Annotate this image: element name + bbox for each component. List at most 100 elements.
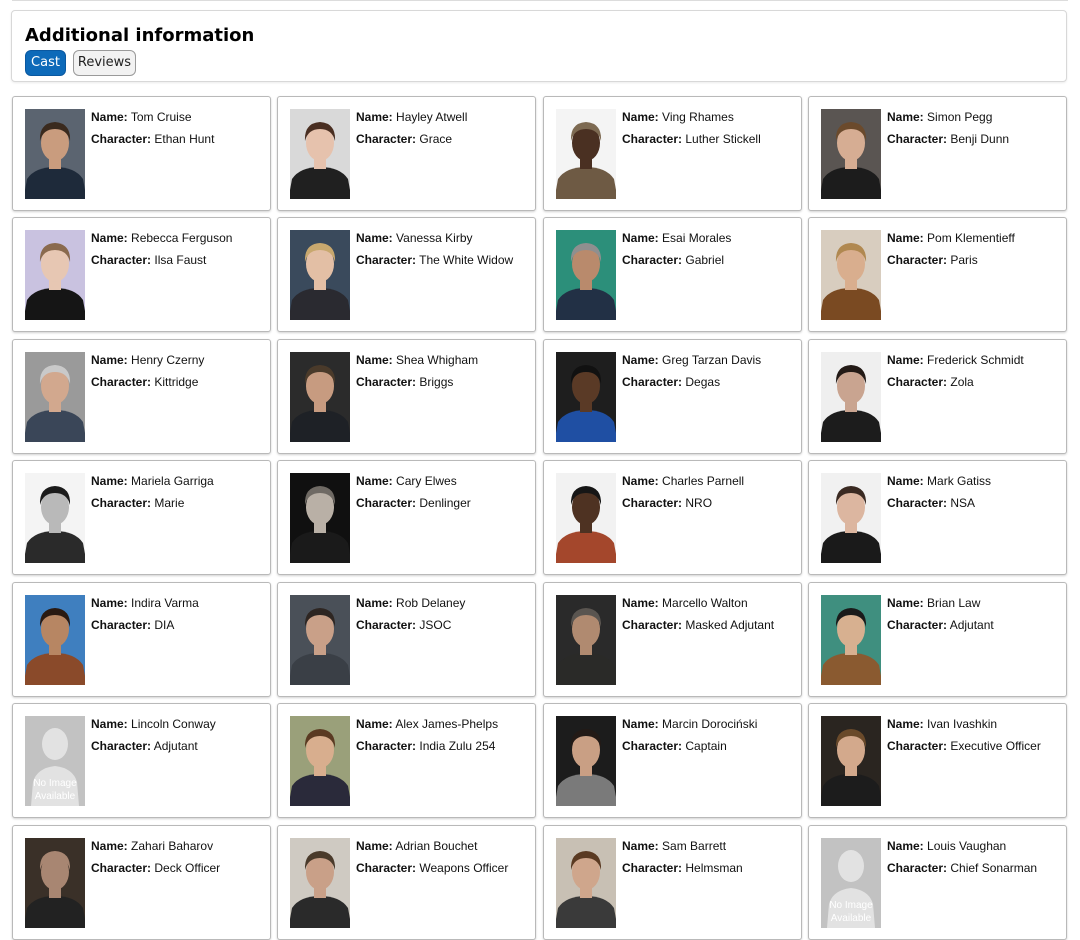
cast-character: Benji Dunn <box>950 132 1010 146</box>
cast-card[interactable]: Name: Rob Delaney Character: JSOC <box>277 582 536 697</box>
cast-character: Degas <box>685 375 721 389</box>
cast-character: Kittridge <box>154 375 199 389</box>
cast-name-line: Name: Pom Klementieff <box>887 231 1015 246</box>
cast-card[interactable]: Name: Cary Elwes Character: Denlinger <box>277 460 536 575</box>
cast-character-line: Character: Grace <box>356 132 452 147</box>
cast-grid: Name: Tom Cruise Character: Ethan Hunt Nam… <box>0 0 1080 940</box>
cast-card[interactable]: Name: Mariela Garriga Character: Marie <box>12 460 271 575</box>
cast-character: Adjutant <box>153 739 198 753</box>
character-label: Character: <box>887 739 948 753</box>
cast-photo <box>556 716 616 806</box>
cast-card[interactable]: Name: Charles Parnell Character: NRO <box>543 460 802 575</box>
cast-card[interactable]: Name: Pom Klementieff Character: Paris <box>808 217 1067 332</box>
cast-name-line: Name: Ivan Ivashkin <box>887 717 997 732</box>
name-label: Name: <box>91 110 128 124</box>
character-label: Character: <box>91 739 152 753</box>
cast-card[interactable]: Name: Vanessa Kirby Character: The White … <box>277 217 536 332</box>
cast-card[interactable]: Name: Brian Law Character: Adjutant <box>808 582 1067 697</box>
cast-character: Captain <box>685 739 727 753</box>
name-label: Name: <box>356 717 393 731</box>
character-label: Character: <box>622 375 683 389</box>
cast-photo <box>821 230 881 320</box>
cast-card[interactable]: Name: Frederick Schmidt Character: Zola <box>808 339 1067 454</box>
name-label: Name: <box>887 839 924 853</box>
cast-character-line: Character: Captain <box>622 739 727 754</box>
name-label: Name: <box>887 231 924 245</box>
character-label: Character: <box>622 496 683 510</box>
cast-name-line: Name: Henry Czerny <box>91 353 204 368</box>
character-label: Character: <box>887 132 948 146</box>
character-label: Character: <box>887 253 948 267</box>
cast-character: Chief Sonarman <box>950 861 1038 875</box>
cast-card[interactable]: Name: Marcello Walton Character: Masked A… <box>543 582 802 697</box>
character-label: Character: <box>887 496 948 510</box>
cast-name-line: Name: Lincoln Conway <box>91 717 216 732</box>
cast-card[interactable]: Name: Zahari Baharov Character: Deck Offi… <box>12 825 271 940</box>
cast-character: Marie <box>154 496 185 510</box>
cast-photo <box>290 716 350 806</box>
cast-card[interactable]: No Image Available Name: Lincoln Conway Cha… <box>12 703 271 818</box>
cast-character: Ethan Hunt <box>154 132 215 146</box>
name-label: Name: <box>887 474 924 488</box>
cast-name: Louis Vaughan <box>927 839 1007 853</box>
cast-photo <box>290 838 350 928</box>
cast-card[interactable]: Name: Shea Whigham Character: Briggs <box>277 339 536 454</box>
cast-name: Mark Gatiss <box>927 474 992 488</box>
cast-card[interactable]: No Image Available Name: Louis Vaughan Char… <box>808 825 1067 940</box>
cast-character-line: Character: India Zulu 254 <box>356 739 495 754</box>
cast-card[interactable]: Name: Ivan Ivashkin Character: Executive … <box>808 703 1067 818</box>
cast-character: Denlinger <box>419 496 471 510</box>
name-label: Name: <box>887 110 924 124</box>
cast-card[interactable]: Name: Ving Rhames Character: Luther Stick… <box>543 96 802 211</box>
character-label: Character: <box>91 375 152 389</box>
cast-character: JSOC <box>419 618 452 632</box>
cast-character-line: Character: Benji Dunn <box>887 132 1009 147</box>
cast-card[interactable]: Name: Simon Pegg Character: Benji Dunn <box>808 96 1067 211</box>
cast-photo <box>821 595 881 685</box>
cast-character: Deck Officer <box>154 861 221 875</box>
name-label: Name: <box>356 353 393 367</box>
character-label: Character: <box>887 618 948 632</box>
cast-card[interactable]: Name: Alex James-Phelps Character: India … <box>277 703 536 818</box>
cast-character: Zola <box>950 375 974 389</box>
cast-name: Indira Varma <box>131 596 199 610</box>
cast-character-line: Character: Adjutant <box>91 739 198 754</box>
name-label: Name: <box>887 353 924 367</box>
cast-card[interactable]: Name: Rebecca Ferguson Character: Ilsa Fa… <box>12 217 271 332</box>
cast-card[interactable]: Name: Indira Varma Character: DIA <box>12 582 271 697</box>
cast-card[interactable]: Name: Greg Tarzan Davis Character: Degas <box>543 339 802 454</box>
cast-character: India Zulu 254 <box>419 739 496 753</box>
cast-card[interactable]: Name: Mark Gatiss Character: NSA <box>808 460 1067 575</box>
cast-photo <box>290 230 350 320</box>
cast-card[interactable]: Name: Hayley Atwell Character: Grace <box>277 96 536 211</box>
cast-name: Tom Cruise <box>130 110 192 124</box>
cast-card[interactable]: Name: Tom Cruise Character: Ethan Hunt <box>12 96 271 211</box>
cast-character-line: Character: NRO <box>622 496 712 511</box>
cast-name-line: Name: Greg Tarzan Davis <box>622 353 761 368</box>
cast-character-line: Character: Adjutant <box>887 618 994 633</box>
cast-character-line: Character: Helmsman <box>622 861 743 876</box>
cast-photo <box>25 109 85 199</box>
cast-card[interactable]: Name: Sam Barrett Character: Helmsman <box>543 825 802 940</box>
cast-card[interactable]: Name: Esai Morales Character: Gabriel <box>543 217 802 332</box>
cast-character: NRO <box>685 496 713 510</box>
name-label: Name: <box>91 474 128 488</box>
cast-name: Adrian Bouchet <box>395 839 478 853</box>
cast-character-line: Character: Degas <box>622 375 720 390</box>
cast-photo <box>556 352 616 442</box>
cast-card[interactable]: Name: Henry Czerny Character: Kittridge <box>12 339 271 454</box>
name-label: Name: <box>356 231 393 245</box>
no-image-text: Available <box>34 791 76 802</box>
cast-character: Gabriel <box>685 253 725 267</box>
cast-card[interactable]: Name: Marcin Dorociński Character: Captai… <box>543 703 802 818</box>
cast-card[interactable]: Name: Adrian Bouchet Character: Weapons O… <box>277 825 536 940</box>
cast-photo <box>821 352 881 442</box>
cast-character-line: Character: Deck Officer <box>91 861 220 876</box>
cast-name-line: Name: Zahari Baharov <box>91 839 213 854</box>
cast-character-line: Character: Denlinger <box>356 496 471 511</box>
character-label: Character: <box>622 739 683 753</box>
name-label: Name: <box>622 596 659 610</box>
cast-name: Mariela Garriga <box>131 474 214 488</box>
cast-photo <box>25 595 85 685</box>
cast-photo <box>290 109 350 199</box>
